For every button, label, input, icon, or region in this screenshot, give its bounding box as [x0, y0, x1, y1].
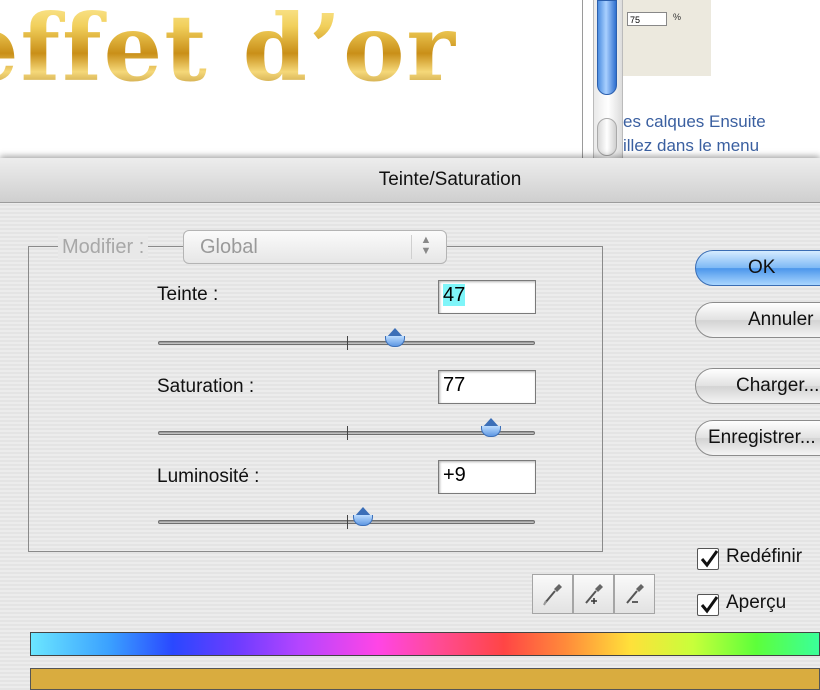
- background-document: effet d’or 75 % es calques Ensuite illez…: [0, 0, 820, 170]
- ok-button[interactable]: OK: [695, 250, 820, 286]
- lightness-label: Luminosité :: [157, 466, 260, 487]
- dropdown-arrows-icon: ▲ ▼: [411, 235, 436, 259]
- lightness-slider[interactable]: [158, 507, 535, 529]
- load-button[interactable]: Charger...: [695, 368, 820, 404]
- background-value-field[interactable]: 75: [627, 12, 667, 26]
- input-color-spectrum-bar: [30, 632, 820, 656]
- cancel-button[interactable]: Annuler: [695, 302, 820, 338]
- lightness-slider-thumb[interactable]: [352, 507, 374, 527]
- hue-label: Teinte :: [157, 284, 219, 305]
- output-color-bar: [30, 668, 820, 690]
- eyedropper-plus-icon[interactable]: [573, 574, 614, 614]
- hue-slider-center-tick: [347, 336, 348, 350]
- colorize-checkbox[interactable]: [697, 548, 719, 570]
- background-paragraph-line-2: illez dans le menu: [623, 136, 760, 155]
- checkmark-icon: [700, 596, 719, 614]
- preview-label: Aperçu: [726, 592, 787, 613]
- saturation-label: Saturation :: [157, 376, 255, 397]
- scrollbar-lower-knob[interactable]: [597, 118, 617, 156]
- hue-input[interactable]: 47: [438, 280, 536, 314]
- background-percent-label: %: [673, 12, 682, 22]
- lightness-input[interactable]: +9: [438, 460, 536, 494]
- eyedropper-minus-icon[interactable]: [614, 574, 655, 614]
- save-button[interactable]: Enregistrer...: [695, 420, 820, 456]
- hue-saturation-dialog: Teinte/Saturation Modifier : Global ▲ ▼ T…: [0, 158, 820, 690]
- saturation-slider-thumb[interactable]: [480, 418, 502, 438]
- saturation-input[interactable]: 77: [438, 370, 536, 404]
- modifier-label: Modifier :: [58, 236, 149, 259]
- saturation-input-value: 77: [443, 374, 466, 396]
- eyedropper-toolbar: [532, 574, 658, 614]
- scrollbar-thumb[interactable]: [597, 0, 617, 95]
- background-paragraph-line-1: es calques Ensuite: [623, 112, 766, 131]
- gold-text-title: effet d’or: [0, 0, 457, 102]
- background-browser-window: 75 % es calques Ensuite illez dans le me…: [582, 0, 820, 170]
- background-panel: 75 %: [623, 0, 711, 76]
- hue-slider[interactable]: [158, 328, 535, 350]
- saturation-slider[interactable]: [158, 418, 535, 440]
- dialog-title: Teinte/Saturation: [378, 169, 522, 190]
- lightness-input-value: +9: [443, 464, 466, 486]
- lightness-slider-center-tick: [347, 515, 348, 529]
- colorize-label: Redéfinir: [726, 546, 803, 567]
- checkmark-icon: [700, 550, 719, 568]
- dialog-titlebar[interactable]: Teinte/Saturation: [0, 158, 820, 203]
- preview-checkbox[interactable]: [697, 594, 719, 616]
- hue-input-value: 47: [443, 284, 466, 306]
- hue-slider-thumb[interactable]: [384, 328, 406, 348]
- modifier-dropdown[interactable]: Global ▲ ▼: [183, 230, 447, 264]
- eyedropper-icon[interactable]: [532, 574, 573, 614]
- modifier-dropdown-value: Global: [200, 236, 258, 258]
- saturation-slider-center-tick: [347, 426, 348, 440]
